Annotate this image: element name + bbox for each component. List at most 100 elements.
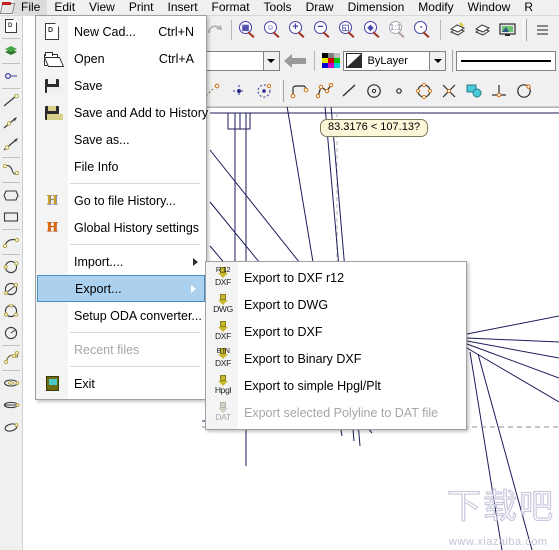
menu-window[interactable]: Window [461, 0, 518, 15]
chevron-down-icon[interactable] [429, 51, 445, 70]
zoom-scale-icon[interactable]: 1:1 [386, 18, 411, 43]
menu-insert[interactable]: Insert [161, 0, 205, 15]
ray-icon[interactable] [1, 112, 21, 134]
zoom-out-icon[interactable]: − [311, 18, 336, 43]
zoom-previous-icon[interactable]: ◱ [336, 18, 361, 43]
menu-edit[interactable]: Edit [47, 0, 82, 15]
dot-icon[interactable] [387, 79, 412, 104]
menu-divider [70, 332, 200, 333]
menu-print[interactable]: Print [122, 0, 161, 15]
open-folder-icon [36, 45, 68, 72]
menu-item-save-as[interactable]: Save as... [36, 126, 206, 153]
render-shade-icon[interactable] [445, 18, 470, 43]
point-ref-icon[interactable] [252, 79, 277, 104]
toolbar-divider [2, 345, 20, 346]
menu-item-global-history-settings[interactable]: H Global History settings [36, 214, 206, 241]
icon-top-label: R 12 [215, 265, 231, 274]
circle-tool-icon[interactable] [1, 256, 21, 278]
linetype-preview [461, 59, 551, 62]
toolbar-divider [2, 63, 20, 64]
menu-item-shortcut: Ctrl+N [158, 24, 194, 39]
color-select[interactable]: ByLayer [342, 50, 446, 71]
zoom-window-icon[interactable]: ▦ [236, 18, 261, 43]
menu-view[interactable]: View [82, 0, 122, 15]
menu-item-export[interactable]: Export... [37, 275, 205, 302]
line-icon[interactable] [337, 79, 362, 104]
menu-tools[interactable]: Tools [257, 0, 299, 15]
submenu-item-export-dwg[interactable]: DWG Export to DWG [206, 291, 466, 318]
polygon-shape-icon[interactable] [1, 184, 21, 206]
file-dropdown-menu[interactable]: D New Cad... Ctrl+N Open Ctrl+A Save Sav… [35, 15, 209, 400]
zoom-all-icon[interactable]: ☺ [261, 18, 286, 43]
new-file-icon[interactable]: D [1, 15, 21, 37]
polyline-multi-icon[interactable] [312, 79, 337, 104]
menu-item-file-info[interactable]: File Info [36, 153, 206, 180]
export-hpgl-icon: Hpgl [206, 372, 238, 399]
icon-bottom-label: DXF [214, 358, 232, 368]
menu-reference[interactable]: R [517, 0, 540, 15]
menu-item-label: Save and Add to History [74, 105, 209, 120]
line-draw-icon[interactable] [1, 90, 21, 112]
chevron-down-icon[interactable] [262, 51, 279, 70]
menu-item-recent-files: Recent files [36, 336, 206, 363]
submenu-item-label: Export selected Polyline to DAT file [244, 405, 439, 420]
layers-icon[interactable] [1, 40, 21, 62]
polyline-icon[interactable] [287, 79, 312, 104]
menu-item-import[interactable]: Import.... [36, 248, 206, 275]
export-submenu[interactable]: R 12 DXF Export to DXF r12 DWG Export to… [205, 261, 467, 430]
circle-2p-icon[interactable] [1, 278, 21, 300]
menu-item-new-cad[interactable]: D New Cad... Ctrl+N [36, 18, 206, 45]
menu-divider [70, 183, 200, 184]
zoom-realtime-icon[interactable]: ◔ [411, 18, 436, 43]
arc-icon[interactable] [1, 231, 21, 253]
left-drawing-toolbar[interactable]: D [0, 15, 23, 550]
perpendicular-icon[interactable] [487, 79, 512, 104]
properties-toolbar[interactable]: ByLayer [202, 45, 559, 77]
polygon-icon[interactable] [412, 79, 437, 104]
cross-ref-icon[interactable] [437, 79, 462, 104]
menu-bar[interactable]: File Edit View Print Insert Format Tools… [0, 0, 559, 16]
submenu-item-label: Export to simple Hpgl/Plt [244, 378, 381, 393]
menu-modify[interactable]: Modify [411, 0, 460, 15]
menu-divider [70, 366, 200, 367]
ellipse-flat-icon[interactable] [1, 394, 21, 416]
xline-icon[interactable] [1, 134, 21, 156]
render-wire-icon[interactable] [470, 18, 495, 43]
spline-icon[interactable] [1, 159, 21, 181]
menu-file[interactable]: File [14, 0, 48, 15]
menu-draw[interactable]: Draw [299, 0, 341, 15]
submenu-item-export-dxf-r12[interactable]: R 12 DXF Export to DXF r12 [206, 264, 466, 291]
menu-item-open[interactable]: Open Ctrl+A [36, 45, 206, 72]
submenu-item-export-dxf[interactable]: DXF Export to DXF [206, 318, 466, 345]
ellipse-icon[interactable] [1, 372, 21, 394]
menu-item-go-to-file-history[interactable]: H Go to file History... [36, 187, 206, 214]
point-snap-icon[interactable] [227, 79, 252, 104]
menu-item-save-add-history[interactable]: Save and Add to History [36, 99, 209, 126]
draw-toolbar[interactable] [202, 76, 559, 107]
menu-format[interactable]: Format [205, 0, 257, 15]
arc-circle-icon[interactable] [512, 79, 537, 104]
color-palette-icon[interactable] [321, 52, 340, 69]
circle-3p-icon[interactable] [1, 300, 21, 322]
hatch-fill-icon[interactable] [462, 79, 487, 104]
ellipse-arc-icon[interactable] [1, 322, 21, 344]
apply-layer-arrow-icon[interactable] [283, 53, 306, 68]
view-display-icon[interactable] [495, 18, 520, 43]
rectangle-icon[interactable] [1, 206, 21, 228]
menu-item-setup-oda-converter[interactable]: Setup ODA converter... [36, 302, 206, 329]
linetype-select[interactable] [456, 50, 556, 71]
zoom-toolbar[interactable]: ▦ ☺ + − ◱ ◈ 1:1 ◔ [202, 15, 559, 46]
submenu-item-export-binary-dxf[interactable]: B IN DXF Export to Binary DXF [206, 345, 466, 372]
spline-curve-icon[interactable] [1, 347, 21, 369]
node-point-icon[interactable] [1, 65, 21, 87]
submenu-item-export-hpgl[interactable]: Hpgl Export to simple Hpgl/Plt [206, 372, 466, 399]
menu-dimension[interactable]: Dimension [341, 0, 412, 15]
circle-icon[interactable] [362, 79, 387, 104]
ellipse-rot-icon[interactable] [1, 416, 21, 438]
zoom-in-icon[interactable]: + [286, 18, 311, 43]
menu-item-save[interactable]: Save [36, 72, 206, 99]
list-view-icon[interactable] [530, 18, 555, 43]
zoom-extents-icon[interactable]: ◈ [361, 18, 386, 43]
layer-select[interactable] [204, 50, 280, 71]
menu-item-exit[interactable]: Exit [36, 370, 206, 397]
